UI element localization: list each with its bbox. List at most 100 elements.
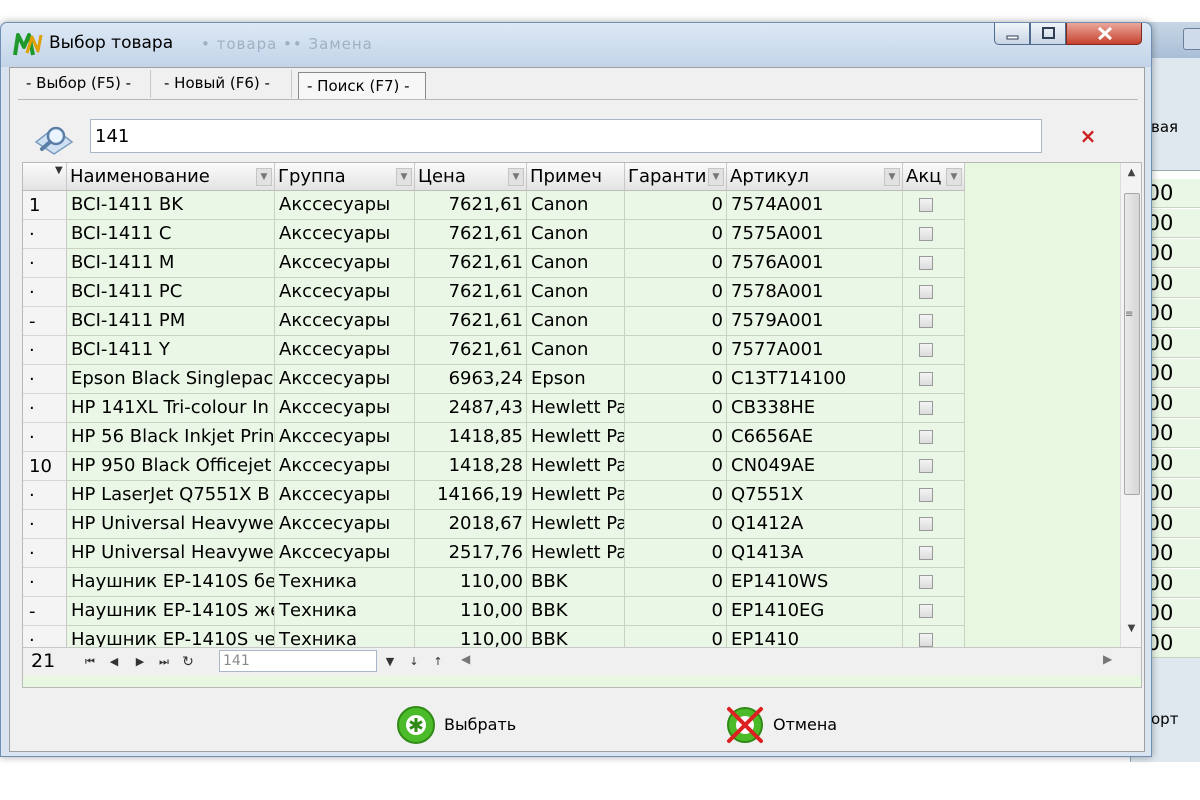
cell-name[interactable]: BCI-1411 BK	[67, 191, 275, 220]
cell-price[interactable]: 7621,61	[415, 278, 527, 307]
promo-checkbox[interactable]	[919, 430, 933, 444]
row-indicator[interactable]: ·	[23, 278, 67, 307]
cell-group[interactable]: Техника	[275, 568, 415, 597]
maximize-button[interactable]	[1030, 23, 1066, 45]
table-row[interactable]: · HP 56 Black Inkjet Prin Акссесуары 1418,8…	[23, 423, 967, 452]
filter-dropdown-icon[interactable]: ▼	[946, 168, 962, 186]
cell-group[interactable]: Акссесуары	[275, 307, 415, 336]
row-indicator[interactable]: ·	[23, 365, 67, 394]
row-indicator[interactable]: ·	[23, 423, 67, 452]
column-header-group[interactable]: Группа ▼	[275, 163, 415, 191]
table-row[interactable]: · BCI-1411 PC Акссесуары 7621,61 Canon 0 7578A…	[23, 278, 967, 307]
cell-name[interactable]: BCI-1411 M	[67, 249, 275, 278]
cell-price[interactable]: 110,00	[415, 568, 527, 597]
row-indicator[interactable]: ·	[23, 394, 67, 423]
row-indicator[interactable]: -	[23, 597, 67, 626]
cell-price[interactable]: 7621,61	[415, 336, 527, 365]
row-indicator[interactable]: ·	[23, 249, 67, 278]
scroll-left-icon[interactable]: ◀	[461, 652, 470, 666]
close-button[interactable]	[1066, 23, 1142, 45]
column-header-promo[interactable]: Акц ▼	[903, 163, 965, 191]
first-record-icon[interactable]: ⏮	[81, 653, 99, 671]
cell-sku[interactable]: 7579A001	[727, 307, 903, 336]
cell-price[interactable]: 14166,19	[415, 481, 527, 510]
cell-note[interactable]: Canon	[527, 336, 625, 365]
filter-dropdown-icon[interactable]: ▼	[256, 168, 272, 186]
cell-price[interactable]: 7621,61	[415, 220, 527, 249]
table-row[interactable]: · BCI-1411 M Акссесуары 7621,61 Canon 0 7576A0…	[23, 249, 967, 278]
cell-sku[interactable]: 7574A001	[727, 191, 903, 220]
cell-warranty[interactable]: 0	[625, 539, 727, 568]
promo-checkbox[interactable]	[919, 401, 933, 415]
cell-group[interactable]: Акссесуары	[275, 481, 415, 510]
last-record-icon[interactable]: ⏭	[155, 653, 173, 671]
table-row[interactable]: 10 HP 950 Black Officejet Акссесуары 1418,2…	[23, 452, 967, 481]
promo-checkbox[interactable]	[919, 604, 933, 618]
cell-name[interactable]: HP Universal Heavywe	[67, 539, 275, 568]
cell-warranty[interactable]: 0	[625, 365, 727, 394]
cell-warranty[interactable]: 0	[625, 452, 727, 481]
cell-sku[interactable]: CN049AE	[727, 452, 903, 481]
cell-price[interactable]: 110,00	[415, 597, 527, 626]
cell-name[interactable]: Epson Black Singlepack	[67, 365, 275, 394]
row-indicator[interactable]: ·	[23, 481, 67, 510]
prev-record-icon[interactable]: ◀	[105, 653, 123, 671]
cell-name[interactable]: HP 141XL Tri-colour In	[67, 394, 275, 423]
tab-new[interactable]: - Новый (F6) -	[156, 70, 292, 98]
table-row[interactable]: · HP Universal Heavywe Акссесуары 2018,67 He…	[23, 510, 967, 539]
cell-note[interactable]: BBK	[527, 568, 625, 597]
promo-checkbox[interactable]	[919, 227, 933, 241]
cancel-button[interactable]: Отмена	[725, 705, 865, 745]
cell-warranty[interactable]: 0	[625, 336, 727, 365]
cell-sku[interactable]: 7576A001	[727, 249, 903, 278]
scroll-down-icon[interactable]: ▼	[1121, 623, 1141, 639]
cell-price[interactable]: 2487,43	[415, 394, 527, 423]
cell-group[interactable]: Акссесуары	[275, 510, 415, 539]
horizontal-scrollbar[interactable]: ◀ ▶	[461, 652, 1121, 670]
cell-sku[interactable]: 7578A001	[727, 278, 903, 307]
column-header-sku[interactable]: Артикул ▼	[727, 163, 903, 191]
tab-search[interactable]: - Поиск (F7) -	[298, 72, 426, 100]
cell-sku[interactable]: Q7551X	[727, 481, 903, 510]
table-row[interactable]: · Наушник EP-1410S бе Техника 110,00 BBK 0 EP1…	[23, 568, 967, 597]
clear-search-button[interactable]: ×	[1076, 121, 1100, 151]
grid-corner[interactable]: ▼	[23, 163, 67, 191]
promo-checkbox[interactable]	[919, 517, 933, 531]
cell-group[interactable]: Акссесуары	[275, 191, 415, 220]
promo-checkbox[interactable]	[919, 314, 933, 328]
cell-warranty[interactable]: 0	[625, 278, 727, 307]
cell-group[interactable]: Акссесуары	[275, 452, 415, 481]
background-button-label[interactable]: орт	[1151, 710, 1178, 728]
column-header-name[interactable]: Наименование ▼	[67, 163, 275, 191]
promo-checkbox[interactable]	[919, 633, 933, 647]
promo-checkbox[interactable]	[919, 575, 933, 589]
cell-group[interactable]: Акссесуары	[275, 539, 415, 568]
cell-price[interactable]: 1418,28	[415, 452, 527, 481]
minimize-button[interactable]	[994, 23, 1030, 45]
row-indicator[interactable]: -	[23, 307, 67, 336]
table-row[interactable]: · Epson Black Singlepack Акссесуары 6963,24…	[23, 365, 967, 394]
tab-select[interactable]: - Выбор (F5) -	[18, 70, 151, 98]
cell-note[interactable]: Hewlett Pa	[527, 452, 625, 481]
cell-warranty[interactable]: 0	[625, 191, 727, 220]
cell-group[interactable]: Акссесуары	[275, 423, 415, 452]
cell-name[interactable]: Наушник EP-1410S же	[67, 597, 275, 626]
cell-group[interactable]: Акссесуары	[275, 394, 415, 423]
cell-name[interactable]: Наушник EP-1410S бе	[67, 568, 275, 597]
cell-warranty[interactable]: 0	[625, 220, 727, 249]
next-record-icon[interactable]: ▶	[131, 653, 149, 671]
cell-sku[interactable]: Q1413A	[727, 539, 903, 568]
promo-checkbox[interactable]	[919, 285, 933, 299]
cell-sku[interactable]: C13T714100	[727, 365, 903, 394]
cell-group[interactable]: Техника	[275, 597, 415, 626]
promo-checkbox[interactable]	[919, 343, 933, 357]
cell-warranty[interactable]: 0	[625, 394, 727, 423]
cell-name[interactable]: BCI-1411 PM	[67, 307, 275, 336]
cell-group[interactable]: Акссесуары	[275, 365, 415, 394]
cell-price[interactable]: 7621,61	[415, 191, 527, 220]
cell-name[interactable]: BCI-1411 PC	[67, 278, 275, 307]
row-indicator[interactable]: ·	[23, 568, 67, 597]
cell-sku[interactable]: EP1410EG	[727, 597, 903, 626]
cell-warranty[interactable]: 0	[625, 249, 727, 278]
cell-group[interactable]: Акссесуары	[275, 249, 415, 278]
